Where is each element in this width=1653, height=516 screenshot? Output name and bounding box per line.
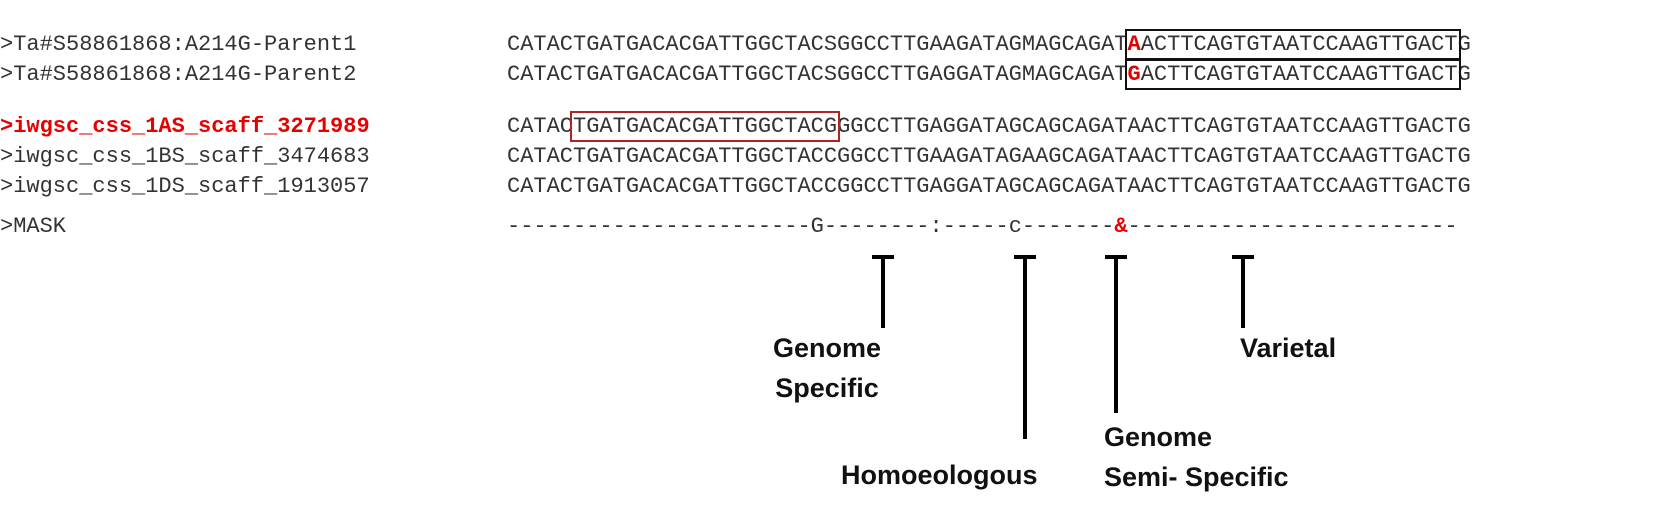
sequence-segment: G	[1457, 62, 1471, 87]
sequence-label-parent2: >Ta#S58861868:A214G-Parent2	[0, 62, 357, 87]
pointer-genome-specific	[881, 255, 885, 328]
snp-base: G	[1127, 62, 1141, 87]
mask-genome-specific: G	[810, 214, 824, 239]
sequence-label-parent1: >Ta#S58861868:A214G-Parent1	[0, 32, 357, 57]
sequence-1bs: CATACTGATGACACGATTGGCTACCGGCCTTGAAGATAGA…	[507, 144, 1471, 169]
sequence-segment: CATACTGATGACACGATTGGCTACSGGCCTTGAGGATAGM…	[507, 62, 1128, 87]
mask-dashes: -------------------------	[1127, 214, 1458, 239]
annotation-genome-specific: Genome Specific	[773, 333, 882, 403]
mask-dashes: -----------------------	[507, 214, 811, 239]
sequence-parent2: CATACTGATGACACGATTGGCTACSGGCCTTGAGGATAGM…	[507, 59, 1471, 90]
probe-box: GACTTCAGTGTAATCCAAGTTGACT	[1124, 59, 1461, 90]
sequence-segment: ACTTCAGTGTAATCCAAGTTGACT	[1140, 32, 1458, 57]
mask-sequence: -----------------------G--------:-----c-…	[507, 216, 1458, 238]
mask-dashes: --------	[823, 214, 930, 239]
mask-varietal: &	[1114, 214, 1128, 239]
pointer-varietal	[1241, 255, 1245, 328]
sequence-segment: CATACTGATGACACGATTGGCTACSGGCCTTGAAGATAGM…	[507, 32, 1128, 57]
sequence-segment: GGCCTTGAGGATAGCAGCAGATAACTTCAGTGTAATCCAA…	[837, 114, 1471, 139]
pointer-semi-specific	[1114, 255, 1118, 413]
sequence-label-1bs: >iwgsc_css_1BS_scaff_3474683	[0, 144, 370, 169]
mask-semi-specific: c	[1008, 214, 1022, 239]
sequence-segment: ACTTCAGTGTAATCCAAGTTGACT	[1140, 62, 1458, 87]
sequence-segment: CATAC	[507, 114, 574, 139]
sequence-label-1as: >iwgsc_css_1AS_scaff_3271989	[0, 114, 370, 139]
sequence-1as: CATACTGATGACACGATTGGCTACGGGCCTTGAGGATAGC…	[507, 111, 1471, 142]
mask-label: >MASK	[0, 214, 67, 239]
pointer-homoeologous	[1023, 255, 1027, 439]
mask-dashes: -----	[942, 214, 1009, 239]
mask-dashes: -------	[1021, 214, 1115, 239]
primer-box: TGATGACACGATTGGCTACG	[570, 111, 841, 142]
sequence-label-1ds: >iwgsc_css_1DS_scaff_1913057	[0, 174, 370, 199]
snp-base: A	[1127, 32, 1141, 57]
annotation-semi-specific: Genome Semi- Specific	[1104, 422, 1289, 492]
sequence-segment: G	[1457, 32, 1471, 57]
sequence-1ds: CATACTGATGACACGATTGGCTACCGGCCTTGAGGATAGC…	[507, 174, 1471, 199]
probe-box: AACTTCAGTGTAATCCAAGTTGACT	[1124, 29, 1461, 60]
sequence-parent1: CATACTGATGACACGATTGGCTACSGGCCTTGAAGATAGM…	[507, 29, 1471, 60]
annotation-homoeologous: Homoeologous	[841, 460, 1038, 490]
mask-homoeologous: :	[929, 214, 943, 239]
annotation-varietal: Varietal	[1240, 333, 1337, 363]
